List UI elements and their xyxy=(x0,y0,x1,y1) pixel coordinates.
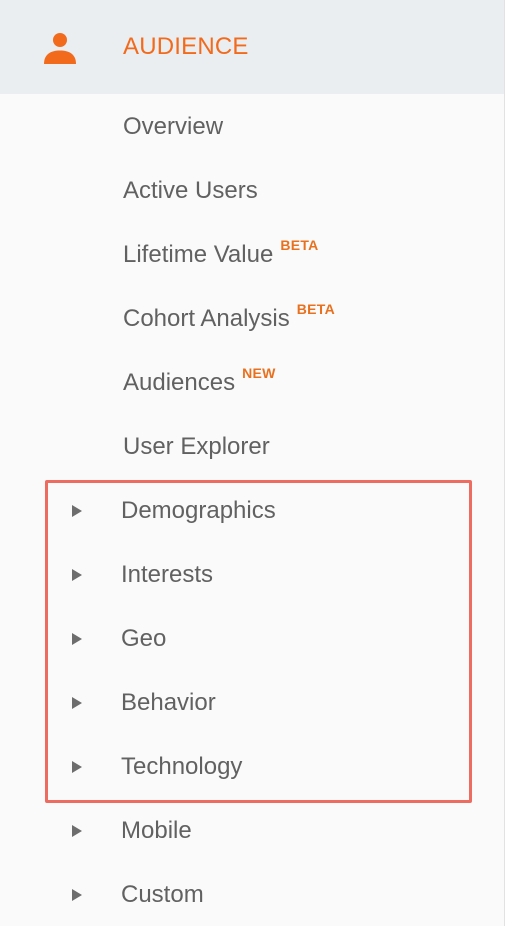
beta-badge: BETA xyxy=(296,301,336,317)
nav-item-lifetime-value[interactable]: Lifetime Value BETA xyxy=(0,224,504,288)
nav-item-label: Custom xyxy=(121,881,204,908)
nav-item-behavior[interactable]: Behavior xyxy=(0,672,504,736)
audience-sidebar: AUDIENCE Overview Active Users Lifetime … xyxy=(0,0,505,926)
caret-right-icon xyxy=(72,889,82,901)
nav-item-user-explorer[interactable]: User Explorer xyxy=(0,416,504,480)
caret-right-icon xyxy=(72,505,82,517)
caret-right-icon xyxy=(72,697,82,709)
section-audience-header[interactable]: AUDIENCE xyxy=(0,0,504,94)
caret-right-icon xyxy=(72,825,82,837)
caret-right-icon xyxy=(72,633,82,645)
nav-item-label: Lifetime Value BETA xyxy=(123,237,319,268)
nav-item-technology[interactable]: Technology xyxy=(0,736,504,800)
nav-item-label: User Explorer xyxy=(123,433,270,460)
section-title: AUDIENCE xyxy=(123,33,249,60)
caret-right-icon xyxy=(72,761,82,773)
nav-item-label: Technology xyxy=(121,753,243,780)
nav-item-label: Interests xyxy=(121,561,214,588)
new-badge: NEW xyxy=(242,365,276,381)
beta-badge: BETA xyxy=(280,237,319,253)
nav-item-overview[interactable]: Overview xyxy=(0,96,504,160)
person-icon xyxy=(43,31,77,65)
nav-item-mobile[interactable]: Mobile xyxy=(0,800,504,864)
nav-item-interests[interactable]: Interests xyxy=(0,544,504,608)
nav-item-custom[interactable]: Custom xyxy=(0,864,504,926)
nav-item-audiences[interactable]: Audiences NEW xyxy=(0,352,504,416)
nav-item-label: Behavior xyxy=(121,689,216,716)
nav-item-label: Geo xyxy=(121,625,167,652)
nav-item-label: Active Users xyxy=(123,177,258,204)
nav-item-label: Audiences NEW xyxy=(123,365,276,396)
nav-item-label: Mobile xyxy=(121,817,192,844)
caret-right-icon xyxy=(72,569,82,581)
nav-item-label: Overview xyxy=(123,113,224,140)
nav-item-label: Cohort Analysis BETA xyxy=(123,301,336,332)
nav-item-active-users[interactable]: Active Users xyxy=(0,160,504,224)
nav-item-geo[interactable]: Geo xyxy=(0,608,504,672)
nav-item-cohort-analysis[interactable]: Cohort Analysis BETA xyxy=(0,288,504,352)
nav-item-demographics[interactable]: Demographics xyxy=(0,480,504,544)
nav-item-label: Demographics xyxy=(121,497,276,524)
